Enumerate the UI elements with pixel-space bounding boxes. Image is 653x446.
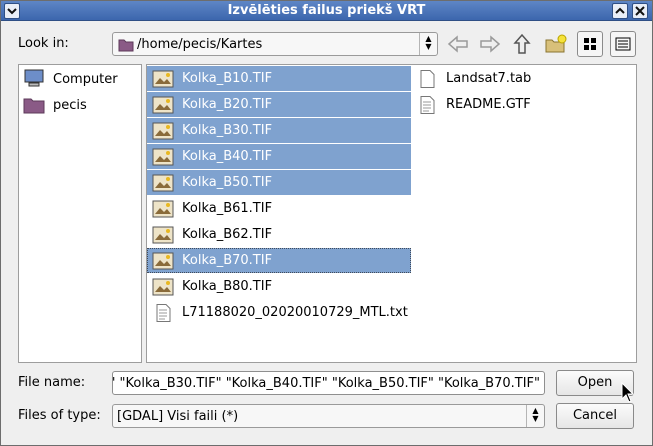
file-list-item[interactable]: Landsat7.tab [411,66,531,91]
chevron-up-icon [615,7,625,14]
collapse-button[interactable] [612,3,628,19]
up-arrow-icon [513,33,531,54]
forward-arrow-icon [480,35,501,53]
updown-arrow-icon: ▲ ▼ [419,33,437,55]
sidebar-item-computer[interactable]: Computer [23,67,118,91]
look-in-label: Look in: [18,36,69,51]
file-name: Kolka_B10.TIF [182,71,273,86]
cancel-button[interactable]: Cancel [556,403,634,429]
file-list-item[interactable]: Kolka_B20.TIF [147,92,411,117]
image-file-icon [152,278,174,295]
forward-button[interactable] [477,31,503,57]
file-name-input[interactable]: " "Kolka_B30.TIF" "Kolka_B40.TIF" "Kolka… [112,371,545,395]
file-name: Kolka_B50.TIF [182,175,273,190]
folder-icon [23,98,45,114]
sidebar-panel: Computer pecis [18,64,142,363]
back-arrow-icon [447,35,468,53]
text-file-icon [156,303,171,322]
file-name: Kolka_B61.TIF [182,201,273,216]
file-name: Landsat7.tab [446,71,532,86]
file-name: Kolka_B70.TIF [182,253,273,268]
window-title: Izvēlēties failus priekš VRT [227,3,426,18]
file-name-label: File name: [18,375,85,390]
file-name-label-text: File name: [18,375,86,390]
new-folder-icon [545,34,567,53]
current-path: /home/pecis/Kartes [137,37,263,52]
file-list-item[interactable]: Kolka_B62.TIF [147,222,272,247]
computer-icon [24,69,44,87]
grid-view-icon [584,38,596,50]
title-bar[interactable]: Izvēlēties failus priekš VRT [1,1,652,21]
text-file-icon [420,95,435,114]
sidebar-item-label: pecis [53,97,87,113]
back-button[interactable] [445,31,471,57]
file-list-item[interactable]: Kolka_B50.TIF [147,170,411,195]
file-name: Kolka_B20.TIF [182,97,273,112]
files-of-type-value: [GDAL] Visi faili (*) [117,409,239,424]
new-folder-button[interactable] [543,31,569,57]
file-list-item[interactable]: README.GTF [411,92,531,117]
file-list-item[interactable]: Kolka_B61.TIF [147,196,272,221]
file-name: L71188020_02020010729_MTL.txt [182,305,408,320]
file-list-panel[interactable]: Kolka_B10.TIF Kolka_B20.TIF Kolka_B30.TIF K… [146,64,637,363]
file-name-value: " "Kolka_B30.TIF" "Kolka_B40.TIF" "Kolka… [112,376,540,391]
detail-view-button[interactable] [610,31,636,57]
file-name: Kolka_B40.TIF [182,149,273,164]
open-button-label: Open [577,375,613,390]
file-list-item[interactable]: Kolka_B40.TIF [147,144,411,169]
file-name: Kolka_B30.TIF [182,123,273,138]
files-of-type-combo[interactable]: [GDAL] Visi faili (*) ▲ ▼ [112,404,545,428]
sidebar-item-label: Computer [53,71,118,87]
list-view-button[interactable] [577,31,603,57]
file-name: Kolka_B80.TIF [182,279,273,294]
file-name: README.GTF [446,97,531,112]
parent-directory-button[interactable] [509,31,535,57]
files-of-type-label: Files of type: [18,408,101,423]
file-list-item[interactable]: Kolka_B10.TIF [147,66,411,91]
updown-arrow-icon: ▲ ▼ [526,405,544,427]
look-in-combo[interactable]: /home/pecis/Kartes ▲ ▼ [112,32,438,56]
image-file-icon [152,174,174,191]
cancel-button-label: Cancel [572,408,618,423]
close-icon [635,6,645,16]
file-list-item[interactable]: Kolka_B80.TIF [147,274,272,299]
image-file-icon [152,70,174,87]
mouse-cursor-icon [621,382,635,403]
image-file-icon [152,148,174,165]
file-list-item[interactable]: Kolka_B30.TIF [147,118,411,143]
file-list-item[interactable]: L71188020_02020010729_MTL.txt [147,300,408,325]
image-file-icon [152,200,174,217]
image-file-icon [152,122,174,139]
file-dialog-window: Izvēlēties failus priekš VRT Look in: /h… [0,0,653,446]
image-file-icon [152,226,174,243]
detail-view-icon [615,37,631,51]
file-list-item[interactable]: Kolka_B70.TIF [147,248,411,273]
file-name: Kolka_B62.TIF [182,227,273,242]
image-file-icon [152,252,174,269]
folder-icon [118,39,134,52]
document-file-icon [420,69,435,88]
sidebar-item-pecis[interactable]: pecis [23,93,87,117]
close-button[interactable] [632,3,648,19]
image-file-icon [152,96,174,113]
